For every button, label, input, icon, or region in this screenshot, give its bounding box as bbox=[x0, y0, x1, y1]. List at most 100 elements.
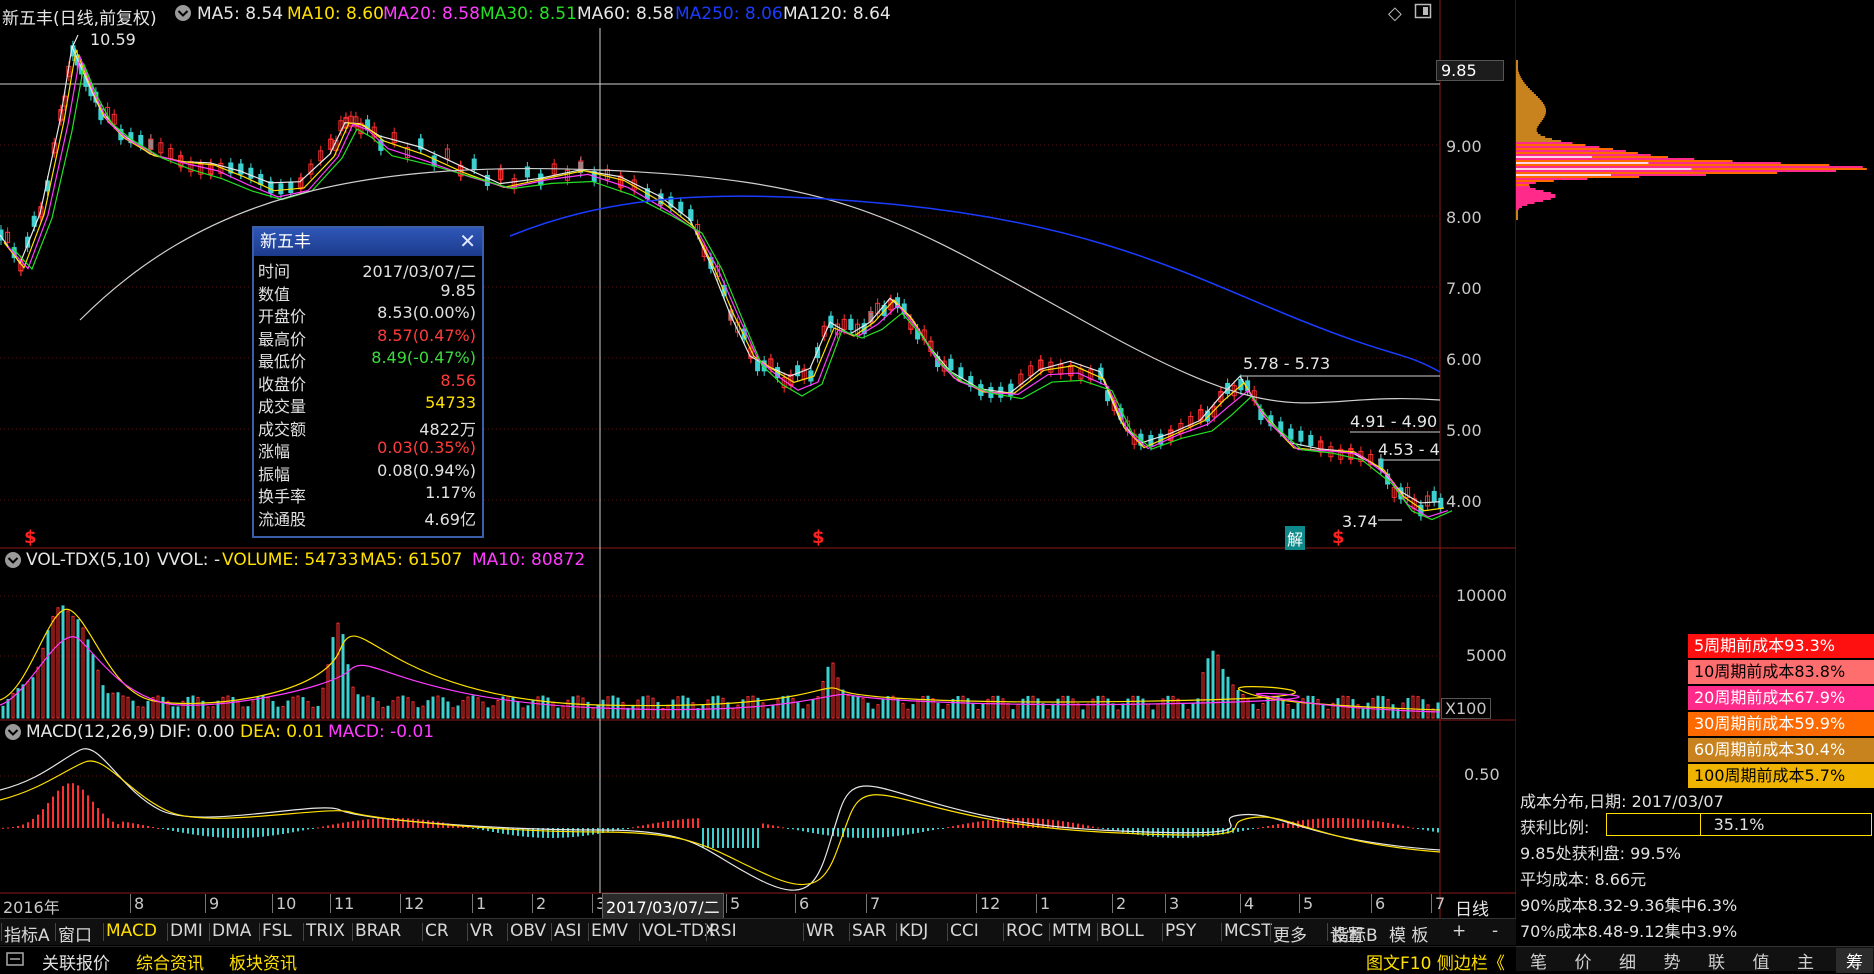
cost-90: 90%成本8.32-9.36集中6.3% bbox=[1520, 896, 1738, 915]
chip-bar bbox=[1516, 62, 1518, 64]
macd-bar bbox=[772, 825, 774, 828]
macd-bar bbox=[712, 828, 714, 848]
volume-bar bbox=[1311, 696, 1315, 719]
volume-bar bbox=[871, 708, 875, 719]
status-link-f10[interactable]: 图文F10 侧边栏《 bbox=[1366, 949, 1505, 974]
indicator-tab[interactable]: EMV bbox=[591, 921, 628, 941]
status-link-quote[interactable]: 关联报价 bbox=[42, 949, 110, 974]
indicator-tab[interactable]: PSY bbox=[1165, 921, 1196, 941]
popup-row: 振幅 0.08(0.94%) bbox=[254, 459, 482, 484]
unlock-marker[interactable]: 解 bbox=[1285, 526, 1306, 550]
collapse-icon[interactable] bbox=[4, 551, 22, 574]
volume-bar bbox=[646, 695, 650, 719]
macd-bar bbox=[972, 822, 974, 828]
side-tab[interactable]: 筹 bbox=[1836, 948, 1873, 973]
volume-bar bbox=[896, 698, 900, 719]
volume-bar bbox=[961, 695, 965, 719]
macd-bar bbox=[302, 828, 304, 831]
macd-bar bbox=[47, 802, 49, 828]
indicator-tab[interactable]: SAR bbox=[852, 921, 887, 941]
popup-rows: 时间 2017/03/07/二 数值 9.85 开盘价 8.53(0.00%) 最高价 8.5… bbox=[254, 256, 482, 529]
tab-divider bbox=[259, 923, 260, 941]
side-tab[interactable]: 价 bbox=[1575, 948, 1592, 973]
macd-bar bbox=[292, 828, 294, 833]
candle-body bbox=[828, 315, 834, 327]
vvol-value: VVOL: - bbox=[157, 550, 221, 570]
indicator-tab[interactable]: MTM bbox=[1052, 921, 1092, 941]
indicator-tab[interactable]: VR bbox=[470, 921, 493, 941]
volume-bar bbox=[1046, 709, 1050, 719]
collapse-icon[interactable] bbox=[4, 723, 22, 746]
volume-bar bbox=[226, 695, 230, 719]
macd-bar bbox=[677, 819, 679, 828]
chip-bar bbox=[1516, 162, 1649, 164]
indicator-tab[interactable]: CCI bbox=[950, 921, 979, 941]
s-marker[interactable]: $ bbox=[1332, 527, 1345, 548]
indicator-tab[interactable]: KDJ bbox=[899, 921, 928, 941]
period-label[interactable]: 日线 bbox=[1455, 895, 1489, 920]
vol-indicator-name[interactable]: VOL-TDX(5,10) bbox=[26, 550, 151, 570]
volume-bar bbox=[946, 703, 950, 719]
zoom-in-button[interactable]: + bbox=[1452, 921, 1466, 941]
volume-bar bbox=[626, 707, 630, 719]
indicator-tab[interactable]: MCST bbox=[1224, 921, 1272, 941]
macd-bar bbox=[1422, 828, 1424, 830]
s-marker[interactable]: $ bbox=[812, 527, 825, 548]
indicator-tab[interactable]: 指标A bbox=[4, 921, 50, 946]
side-tab[interactable]: 势 bbox=[1664, 948, 1681, 973]
volume-bar bbox=[1191, 703, 1195, 719]
indicator-tab[interactable]: FSL bbox=[262, 921, 292, 941]
indicator-tab[interactable]: BOLL bbox=[1100, 921, 1144, 941]
side-tab[interactable]: 联 bbox=[1708, 948, 1725, 973]
indicator-tab[interactable]: 窗口 bbox=[58, 921, 92, 946]
status-link-sector[interactable]: 板块资讯 bbox=[229, 949, 297, 974]
indicator-tab[interactable]: ASI bbox=[554, 921, 581, 941]
indicator-tab[interactable]: DMA bbox=[212, 921, 251, 941]
kline-chart[interactable] bbox=[0, 0, 1516, 918]
macd-bar bbox=[1417, 828, 1419, 829]
indicator-tab[interactable]: DMI bbox=[170, 921, 203, 941]
indicator-tab[interactable]: 模 板 bbox=[1389, 921, 1428, 946]
chip-bar bbox=[1516, 66, 1518, 68]
menu-icon[interactable] bbox=[6, 951, 24, 971]
indicator-tab[interactable]: RSI bbox=[709, 921, 737, 941]
volume-bar bbox=[1186, 709, 1190, 719]
indicator-tab[interactable]: CR bbox=[425, 921, 449, 941]
volume-bar bbox=[411, 701, 415, 719]
cost-legend-item: 30周期前成本59.9% bbox=[1688, 712, 1874, 736]
indicator-tab[interactable]: ROC bbox=[1006, 921, 1043, 941]
indicator-tab[interactable]: VOL-TDX bbox=[642, 921, 716, 941]
macd-bar bbox=[1432, 828, 1434, 832]
indicator-tab[interactable]: 更多 bbox=[1273, 921, 1307, 946]
indicator-tab[interactable]: BRAR bbox=[355, 921, 401, 941]
chip-bar bbox=[1516, 108, 1546, 110]
volume-bar bbox=[376, 701, 380, 719]
side-tab[interactable]: 细 bbox=[1619, 948, 1636, 973]
volume-bar bbox=[91, 654, 95, 719]
side-tab[interactable]: 主 bbox=[1797, 948, 1814, 973]
zoom-out-button[interactable]: - bbox=[1492, 921, 1498, 941]
volume-bar bbox=[46, 630, 50, 719]
macd-bar bbox=[132, 823, 134, 828]
side-tab[interactable]: 值 bbox=[1753, 948, 1770, 973]
time-tick: 2016年 bbox=[3, 898, 60, 917]
indicator-tab[interactable]: 指标B bbox=[1332, 921, 1378, 946]
cost-legend-item: 20周期前成本67.9% bbox=[1688, 686, 1874, 710]
s-marker[interactable]: $ bbox=[24, 527, 37, 548]
macd-bar bbox=[232, 828, 234, 838]
chip-bar bbox=[1516, 90, 1532, 92]
indicator-tab[interactable]: TRIX bbox=[306, 921, 345, 941]
volume-bar bbox=[606, 696, 610, 719]
side-tab[interactable]: 笔 bbox=[1530, 948, 1547, 973]
macd-bar bbox=[592, 828, 594, 835]
macd-bar bbox=[242, 828, 244, 838]
status-link-news[interactable]: 综合资讯 bbox=[136, 949, 204, 974]
indicator-tab[interactable]: OBV bbox=[510, 921, 546, 941]
indicator-tab[interactable]: MACD bbox=[106, 921, 157, 941]
close-icon[interactable]: ✕ bbox=[459, 230, 476, 252]
volume-bar bbox=[541, 695, 545, 719]
volume-bar bbox=[991, 695, 995, 719]
macd-indicator-name[interactable]: MACD(12,26,9) bbox=[26, 722, 155, 742]
macd-bar bbox=[62, 786, 64, 828]
indicator-tab[interactable]: WR bbox=[806, 921, 835, 941]
